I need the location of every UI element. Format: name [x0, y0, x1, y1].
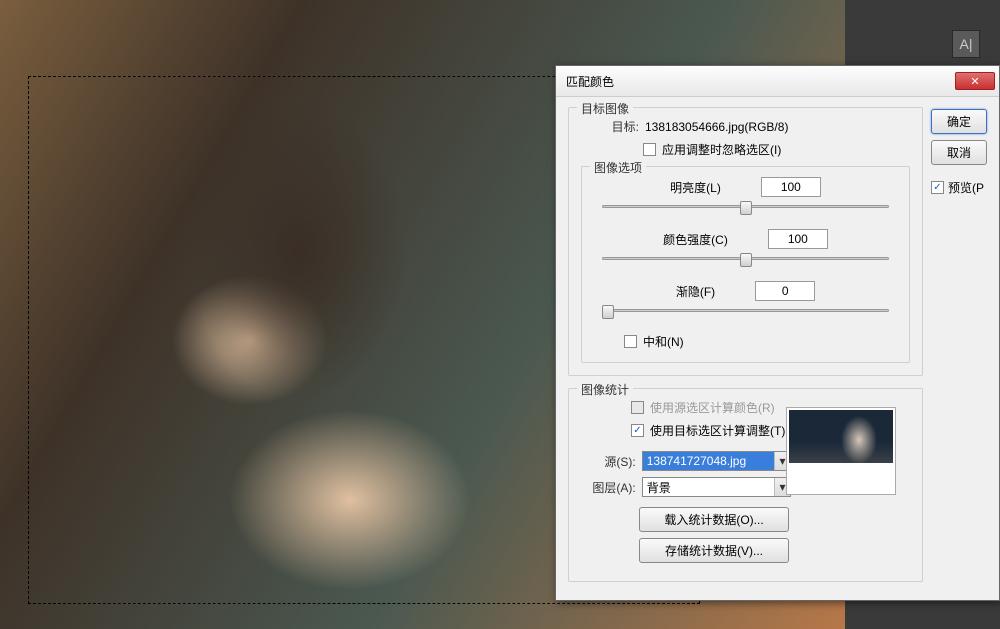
- target-image-fieldset: 目标图像 目标: 138183054666.jpg(RGB/8) 应用调整时忽略…: [568, 107, 923, 376]
- use-target-checkbox[interactable]: [631, 424, 644, 437]
- use-source-label: 使用源选区计算颜色(R): [650, 399, 775, 416]
- neutralize-label: 中和(N): [643, 333, 684, 350]
- preview-checkbox[interactable]: [931, 181, 944, 194]
- cancel-button[interactable]: 取消: [931, 140, 987, 165]
- slider-thumb[interactable]: [602, 305, 614, 319]
- source-value: 138741727048.jpg: [647, 454, 746, 468]
- layer-value: 背景: [647, 479, 671, 496]
- intensity-group: 颜色强度(C): [594, 229, 897, 267]
- close-icon: ✕: [970, 75, 979, 88]
- fade-slider[interactable]: [602, 305, 889, 319]
- intensity-slider[interactable]: [602, 253, 889, 267]
- ok-button[interactable]: 确定: [931, 109, 987, 134]
- intensity-input[interactable]: [768, 229, 828, 249]
- tool-button[interactable]: A|: [952, 30, 980, 58]
- dialog-titlebar[interactable]: 匹配颜色 ✕: [556, 66, 999, 97]
- luminance-group: 明亮度(L): [594, 177, 897, 215]
- save-stats-button[interactable]: 存储统计数据(V)...: [639, 538, 789, 563]
- image-options-fieldset: 图像选项 明亮度(L): [581, 166, 910, 363]
- image-stats-fieldset: 图像统计 使用源选区计算颜色(R) 使用目标选区计算调整(T): [568, 388, 923, 582]
- ignore-selection-checkbox[interactable]: [643, 143, 656, 156]
- layer-dropdown[interactable]: 背景 ▾: [642, 477, 791, 497]
- layer-label: 图层(A):: [581, 479, 636, 496]
- luminance-label: 明亮度(L): [670, 179, 721, 196]
- preview-label: 预览(P: [948, 179, 984, 196]
- luminance-slider[interactable]: [602, 201, 889, 215]
- source-dropdown[interactable]: 138741727048.jpg ▾: [642, 451, 791, 471]
- slider-thumb[interactable]: [740, 253, 752, 267]
- thumbnail-image: [789, 410, 893, 463]
- image-options-legend: 图像选项: [590, 159, 646, 176]
- use-source-checkbox: [631, 401, 644, 414]
- ignore-selection-label: 应用调整时忽略选区(I): [662, 141, 781, 158]
- intensity-label: 颜色强度(C): [663, 231, 728, 248]
- target-label: 目标:: [581, 118, 639, 135]
- fade-label: 渐隐(F): [676, 283, 715, 300]
- source-thumbnail: [786, 407, 896, 495]
- neutralize-checkbox[interactable]: [624, 335, 637, 348]
- target-image-legend: 目标图像: [577, 100, 633, 117]
- source-label: 源(S):: [581, 453, 636, 470]
- match-color-dialog: 匹配颜色 ✕ 目标图像 目标: 138183054666.jpg(RGB/8) …: [555, 65, 1000, 601]
- dialog-title: 匹配颜色: [566, 73, 614, 90]
- fade-group: 渐隐(F): [594, 281, 897, 319]
- target-value: 138183054666.jpg(RGB/8): [645, 120, 788, 134]
- fade-input[interactable]: [755, 281, 815, 301]
- use-target-label: 使用目标选区计算调整(T): [650, 422, 785, 439]
- close-button[interactable]: ✕: [955, 72, 995, 90]
- load-stats-button[interactable]: 载入统计数据(O)...: [639, 507, 789, 532]
- slider-thumb[interactable]: [740, 201, 752, 215]
- image-stats-legend: 图像统计: [577, 381, 633, 398]
- luminance-input[interactable]: [761, 177, 821, 197]
